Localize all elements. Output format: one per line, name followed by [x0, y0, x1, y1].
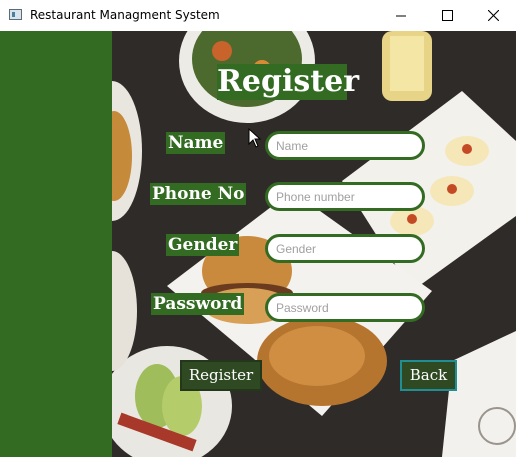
password-field[interactable] — [265, 293, 425, 322]
client-area: Register Name Phone No Gender Password R… — [0, 31, 516, 457]
phone-number-field[interactable] — [265, 182, 425, 211]
maximize-button[interactable] — [424, 0, 470, 31]
password-label: Password — [151, 293, 245, 315]
minimize-icon — [396, 15, 406, 16]
gender-field[interactable] — [265, 234, 425, 263]
close-button[interactable] — [470, 0, 516, 31]
minimize-button[interactable] — [378, 0, 424, 31]
phone-label: Phone No — [150, 183, 247, 205]
window-title: Restaurant Managment System — [30, 8, 220, 22]
mouse-cursor-icon — [248, 128, 262, 148]
gender-label: Gender — [166, 234, 240, 256]
title-bar[interactable]: Restaurant Managment System — [0, 0, 516, 32]
app-window-icon — [9, 9, 22, 20]
maximize-icon — [441, 10, 453, 21]
register-heading: Register — [217, 64, 360, 100]
register-button[interactable]: Register — [180, 360, 262, 391]
back-button[interactable]: Back — [400, 360, 457, 391]
sidebar-panel — [0, 31, 112, 457]
name-field[interactable] — [265, 131, 425, 160]
name-label: Name — [166, 132, 226, 154]
close-icon — [487, 10, 499, 21]
